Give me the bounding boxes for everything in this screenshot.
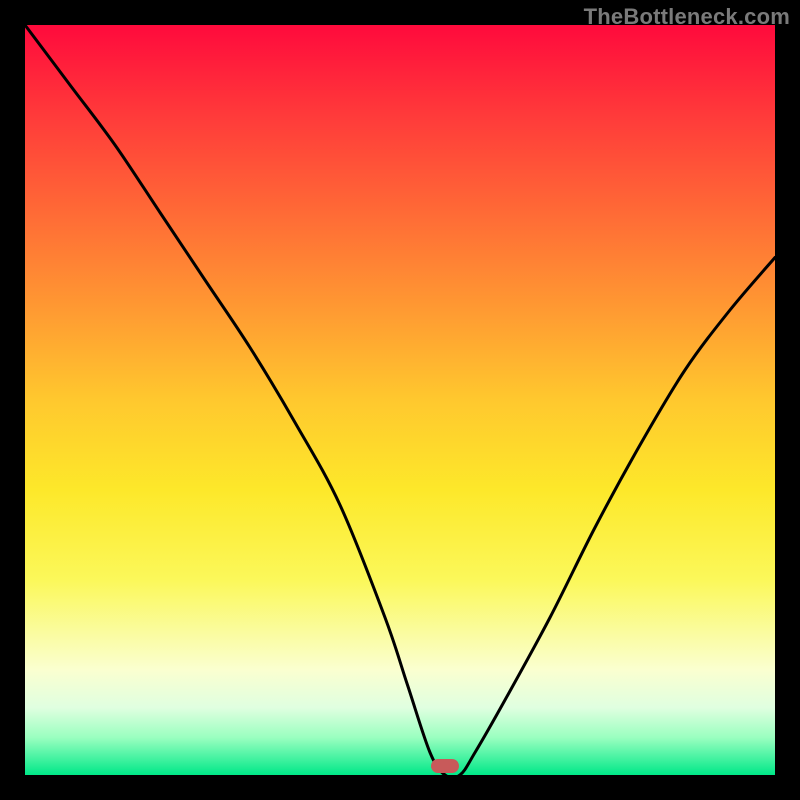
bottleneck-curve — [25, 25, 775, 775]
curve-path — [25, 25, 775, 778]
optimal-marker — [431, 759, 459, 773]
chart-container: TheBottleneck.com — [0, 0, 800, 800]
watermark-text: TheBottleneck.com — [584, 4, 790, 30]
